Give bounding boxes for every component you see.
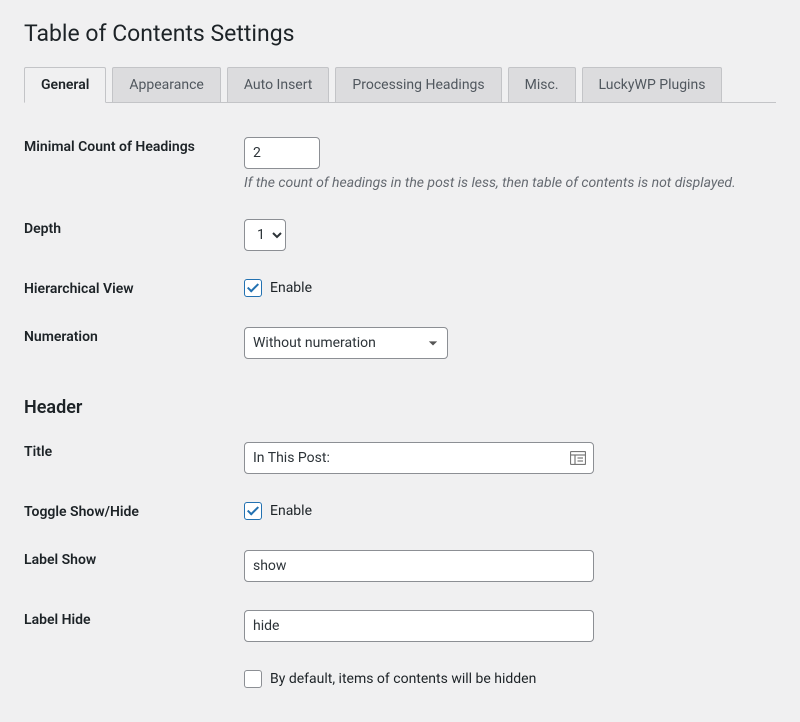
depth-select[interactable]: 1 (244, 219, 286, 251)
toggle-checkbox[interactable] (244, 502, 262, 520)
title-input[interactable] (244, 442, 594, 474)
tab-luckywp-plugins[interactable]: LuckyWP Plugins (582, 67, 723, 102)
hierarchical-label: Hierarchical View (24, 265, 244, 313)
tab-misc[interactable]: Misc. (508, 67, 576, 102)
label-hide-input[interactable] (244, 610, 594, 642)
hierarchical-checkbox-label: Enable (270, 280, 312, 296)
label-show-label: Label Show (24, 536, 244, 596)
numeration-label: Numeration (24, 313, 244, 373)
min-count-label: Minimal Count of Headings (24, 123, 244, 205)
toggle-label: Toggle Show/Hide (24, 488, 244, 536)
hierarchical-checkbox[interactable] (244, 279, 262, 297)
default-hidden-checkbox[interactable] (244, 670, 262, 688)
depth-label: Depth (24, 205, 244, 265)
label-hide-label: Label Hide (24, 596, 244, 656)
tab-general[interactable]: General (24, 67, 106, 103)
toggle-checkbox-label: Enable (270, 503, 312, 519)
settings-tabs: General Appearance Auto Insert Processin… (24, 67, 776, 103)
default-hidden-checkbox-label: By default, items of contents will be hi… (270, 671, 536, 687)
tab-processing-headings[interactable]: Processing Headings (335, 67, 501, 102)
header-section-heading: Header (24, 397, 766, 418)
tab-appearance[interactable]: Appearance (112, 67, 220, 102)
title-label: Title (24, 428, 244, 488)
min-count-description: If the count of headings in the post is … (244, 175, 776, 191)
page-title: Table of Contents Settings (24, 20, 776, 47)
customize-icon[interactable] (570, 451, 586, 465)
tab-auto-insert[interactable]: Auto Insert (227, 67, 330, 102)
numeration-select[interactable]: Without numeration (244, 327, 448, 359)
label-show-input[interactable] (244, 550, 594, 582)
min-count-input[interactable] (244, 137, 320, 169)
